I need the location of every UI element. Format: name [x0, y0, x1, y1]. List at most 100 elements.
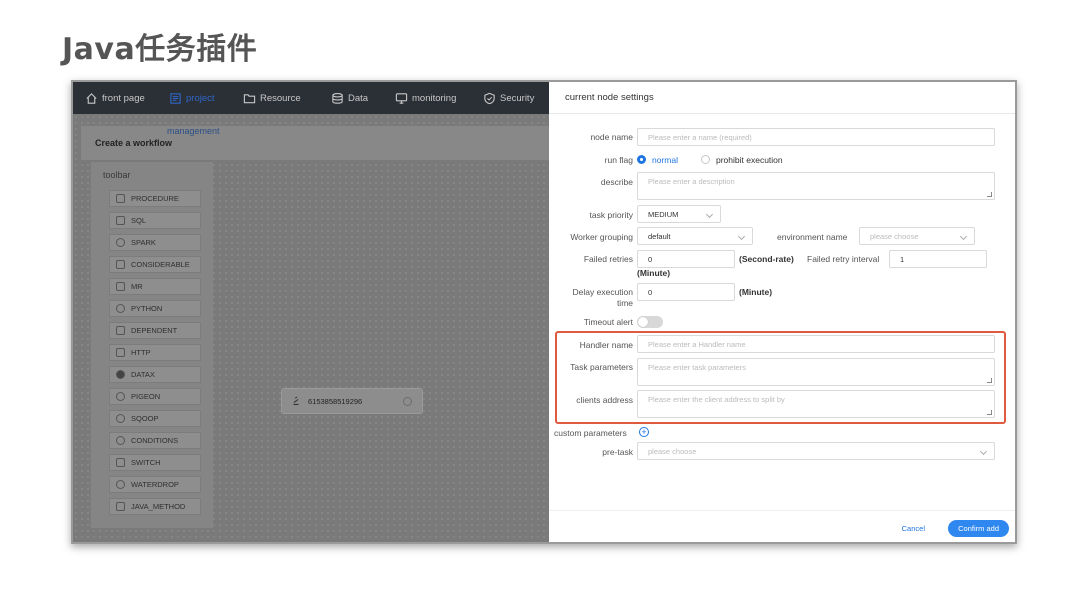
tool-mr[interactable]: MR — [109, 278, 201, 295]
nav-label: Security — [500, 92, 535, 104]
nav-label: front page — [102, 92, 145, 104]
tool-pigeon[interactable]: PIGEON — [109, 388, 201, 405]
environment-label: environment name — [777, 232, 848, 242]
clients-input[interactable]: Please enter the client address to split… — [637, 390, 995, 418]
nav-security[interactable]: Security — [471, 82, 549, 114]
delay-input[interactable]: 0 — [637, 283, 735, 301]
tool-sqoop[interactable]: SQOOP — [109, 410, 201, 427]
tool-conditions[interactable]: CONDITIONS — [109, 432, 201, 449]
failed-retries-unit: (Second-rate) — [739, 254, 794, 264]
gear-icon[interactable] — [403, 397, 412, 406]
task-priority-select[interactable]: MEDIUM — [637, 205, 721, 223]
management-link[interactable]: management — [167, 126, 220, 136]
shield-icon — [484, 92, 495, 104]
waterdrop-icon — [116, 480, 125, 489]
node-name-input[interactable]: Please enter a name (required) — [637, 128, 995, 146]
switch-icon — [116, 458, 125, 467]
python-icon — [116, 304, 125, 313]
timeout-label: Timeout alert — [583, 317, 633, 327]
tool-dependent[interactable]: DEPENDENT — [109, 322, 201, 339]
tool-considerable[interactable]: CONSIDERABLE — [109, 256, 201, 273]
project-icon — [170, 92, 181, 104]
delay-label: Delay execution — [572, 287, 633, 297]
retry-interval-unit: (Minute) — [637, 268, 671, 278]
slide-title: Java任务插件 — [62, 32, 258, 67]
top-nav: front page project Resource Data monitor… — [73, 82, 549, 114]
custom-params-label: custom parameters — [554, 428, 627, 438]
cancel-button[interactable]: Cancel — [902, 524, 925, 533]
normal-option-label: normal — [652, 155, 678, 165]
run-flag-label: run flag — [604, 155, 633, 165]
node-id: 6153858519296 — [308, 396, 363, 406]
nav-label: Data — [348, 92, 369, 104]
chevron-down-icon — [959, 232, 968, 241]
monitor-icon — [395, 92, 408, 104]
worker-grouping-select[interactable]: default — [637, 227, 753, 245]
screenshot-frame: front page project Resource Data monitor… — [71, 80, 1017, 544]
chevron-down-icon — [979, 447, 988, 456]
prohibit-option-label: prohibit execution — [716, 155, 783, 165]
clients-label: clients address — [576, 395, 633, 405]
nav-data[interactable]: Data — [319, 82, 383, 114]
tool-spark[interactable]: SPARK — [109, 234, 201, 251]
handler-input[interactable]: Please enter a Handler name — [637, 335, 995, 353]
prohibit-radio[interactable] — [701, 155, 710, 164]
tool-sql[interactable]: SQL — [109, 212, 201, 229]
tool-http[interactable]: HTTP — [109, 344, 201, 361]
pigeon-icon — [116, 392, 125, 401]
add-param-icon[interactable]: + — [639, 427, 649, 437]
tool-java-method[interactable]: JAVA_METHOD — [109, 498, 201, 515]
node-settings-panel: current node settings node name Please e… — [549, 82, 1015, 542]
conditions-icon — [116, 436, 125, 445]
java-icon — [293, 396, 299, 405]
sqoop-icon — [116, 414, 125, 423]
tool-waterdrop[interactable]: WATERDROP — [109, 476, 201, 493]
toolbar-title: toolbar — [103, 170, 131, 180]
resize-handle[interactable] — [987, 378, 992, 383]
workflow-canvas[interactable]: management Create a workflow toolbar PRO… — [73, 114, 551, 542]
retry-interval-input[interactable]: 1 — [889, 250, 987, 268]
tool-python[interactable]: PYTHON — [109, 300, 201, 317]
pre-task-label: pre-task — [602, 447, 633, 457]
handler-label: Handler name — [579, 340, 633, 350]
resize-handle[interactable] — [987, 192, 992, 197]
normal-radio[interactable] — [637, 155, 646, 164]
nav-project[interactable]: project — [157, 82, 231, 114]
folder-icon — [243, 93, 256, 103]
background-app: front page project Resource Data monitor… — [73, 82, 551, 542]
dependent-icon — [116, 326, 125, 335]
delay-label-line2: time — [616, 298, 633, 308]
timeout-toggle[interactable] — [637, 316, 663, 328]
task-priority-label: task priority — [589, 210, 633, 220]
workflow-header: management Create a workflow — [81, 126, 551, 160]
database-icon — [332, 92, 343, 104]
failed-retries-input[interactable]: 0 — [637, 250, 735, 268]
confirm-add-button[interactable]: Confirm add — [948, 520, 1009, 537]
tool-switch[interactable]: SWITCH — [109, 454, 201, 471]
spark-icon — [116, 238, 125, 247]
task-params-input[interactable]: Please enter task parameters — [637, 358, 995, 386]
http-icon — [116, 348, 125, 357]
nav-resource[interactable]: Resource — [231, 82, 319, 114]
panel-title: current node settings — [549, 82, 1015, 114]
pre-task-select[interactable]: please choose — [637, 442, 995, 460]
mr-icon — [116, 282, 125, 291]
nav-monitoring[interactable]: monitoring — [383, 82, 471, 114]
environment-select[interactable]: please choose — [859, 227, 975, 245]
create-workflow-title: Create a workflow — [95, 138, 173, 148]
tool-procedure[interactable]: PROCEDURE — [109, 190, 201, 207]
java-icon — [116, 502, 125, 511]
chevron-down-icon — [737, 232, 746, 241]
describe-label: describe — [600, 177, 633, 187]
resize-handle[interactable] — [987, 410, 992, 415]
nav-label: monitoring — [412, 92, 457, 104]
describe-input[interactable]: Please enter a description — [637, 172, 995, 200]
task-toolbar: toolbar PROCEDURE SQL SPARK CONSIDERABLE… — [91, 162, 213, 528]
datax-icon — [116, 370, 125, 379]
tool-datax[interactable]: DATAX — [109, 366, 201, 383]
procedure-icon — [116, 194, 125, 203]
delay-unit: (Minute) — [739, 287, 773, 297]
worker-grouping-label: Worker grouping — [570, 232, 633, 242]
nav-front-page[interactable]: front page — [73, 82, 157, 114]
workflow-node[interactable]: 6153858519296 — [281, 388, 423, 414]
